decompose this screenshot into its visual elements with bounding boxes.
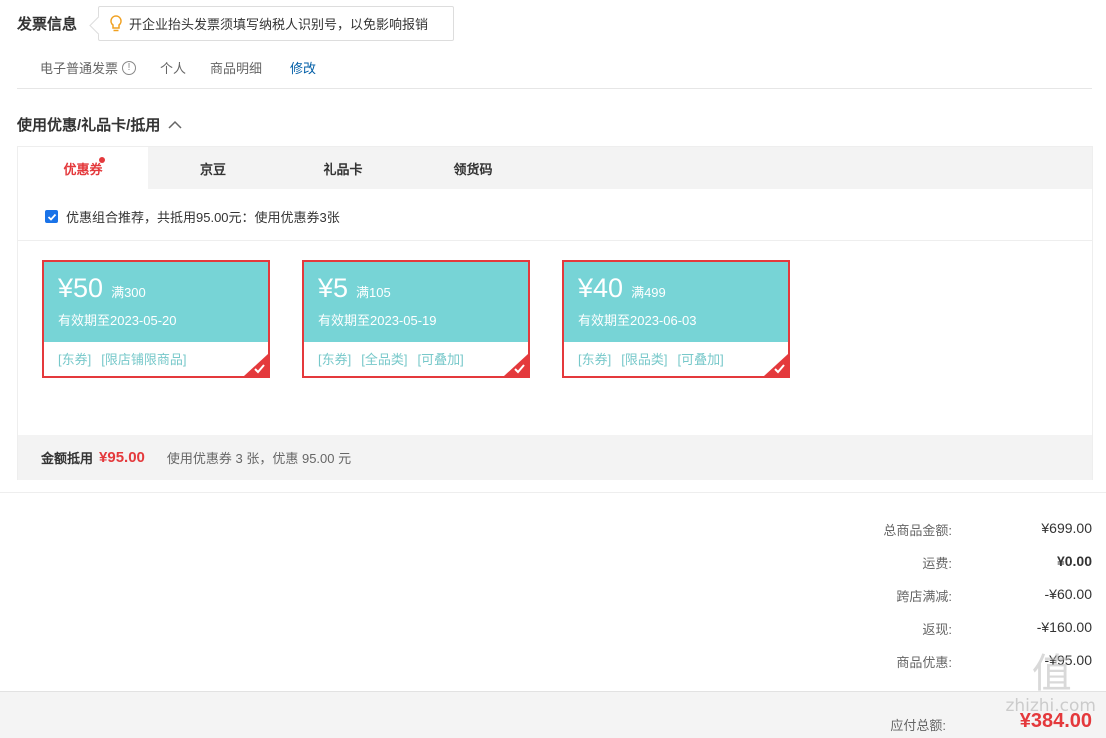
payable-label: 应付总额: [890, 718, 946, 733]
coupon-condition: 满499 [631, 285, 666, 300]
total-label: 跨店满减: [896, 589, 952, 604]
total-value: -¥160.00 [1036, 619, 1092, 635]
invoice-edit-link[interactable]: 修改 [290, 58, 316, 77]
summary-description: 使用优惠券 3 张，优惠 95.00 元 [166, 451, 352, 466]
total-row: 跨店满减: -¥60.00 [792, 586, 1092, 619]
coupon-validity: 有效期至2023-05-19 [318, 313, 437, 328]
coupon-section-title[interactable]: 使用优惠/礼品卡/抵用 [17, 114, 182, 135]
coupon-tag: [东券] [578, 352, 612, 367]
invoice-title-type: 个人 [160, 61, 187, 76]
recommend-checkbox[interactable] [45, 210, 58, 223]
coupon-tags: [东券] [全品类] [可叠加] [304, 342, 528, 368]
total-value: ¥0.00 [1056, 553, 1092, 569]
coupon-cards: ¥50 满300 有效期至2023-05-20 [东券] [限店铺限商品] ¥5… [42, 260, 790, 378]
lightbulb-icon [110, 14, 122, 31]
total-label: 商品优惠: [896, 655, 952, 670]
payable-footer: 应付总额: ¥384.00 [0, 691, 1106, 738]
invoice-content: 商品明细 [210, 61, 263, 76]
total-value: -¥60.00 [1044, 586, 1092, 602]
divider [0, 492, 1106, 493]
recommend-text: 优惠组合推荐，共抵用95.00元：使用优惠券3张 [66, 210, 340, 225]
tab-label: 京豆 [199, 161, 226, 177]
invoice-type: 电子普通发票 [40, 61, 119, 76]
coupon-card[interactable]: ¥5 满105 有效期至2023-05-19 [东券] [全品类] [可叠加] [302, 260, 530, 378]
total-row: 运费: ¥0.00 [792, 553, 1092, 586]
coupon-tag: [可叠加] [677, 352, 724, 367]
coupon-condition: 满300 [111, 285, 146, 300]
coupon-tag: [可叠加] [417, 352, 464, 367]
total-value: ¥699.00 [1041, 520, 1092, 536]
tab-label: 领货码 [453, 161, 493, 177]
total-label: 总商品金额: [883, 523, 952, 538]
coupon-validity: 有效期至2023-05-20 [58, 313, 177, 328]
coupon-card-header: ¥40 满499 有效期至2023-06-03 [564, 262, 788, 342]
selected-check-icon [764, 354, 788, 376]
chevron-up-icon[interactable] [168, 120, 182, 130]
coupon-section-title-text: 使用优惠/礼品卡/抵用 [17, 117, 161, 134]
coupon-summary: 金额抵用 ¥95.00 使用优惠券 3 张，优惠 95.00 元 [18, 435, 1092, 480]
coupon-amount: ¥5 [318, 273, 349, 303]
coupon-tag: [限店铺限商品] [101, 352, 187, 367]
coupon-amount: ¥50 [58, 273, 104, 303]
coupon-card-header: ¥50 满300 有效期至2023-05-20 [44, 262, 268, 342]
coupon-tag: [限品类] [621, 352, 668, 367]
invoice-tip-text: 开企业抬头发票须填写纳税人识别号，以免影响报销 [129, 17, 429, 32]
coupon-tag: [全品类] [361, 352, 408, 367]
watermark-logo: 值 [1031, 651, 1072, 697]
invoice-details: 电子普通发票 ! 个人 商品明细 修改 [40, 58, 340, 77]
tab-jingdou[interactable]: 京豆 [148, 147, 278, 189]
divider [18, 240, 1092, 241]
notification-dot [99, 157, 105, 163]
coupon-panel: 优惠券 京豆 礼品卡 领货码 优惠组合推荐，共抵用95.00元：使用优惠券3张 … [17, 146, 1093, 480]
coupon-amount: ¥40 [578, 273, 624, 303]
coupon-condition: 满105 [356, 285, 391, 300]
recommend-row: 优惠组合推荐，共抵用95.00元：使用优惠券3张 [45, 207, 340, 226]
coupon-tabs: 优惠券 京豆 礼品卡 领货码 [18, 147, 1092, 189]
coupon-tags: [东券] [限店铺限商品] [44, 342, 268, 368]
selected-check-icon [244, 354, 268, 376]
invoice-title: 发票信息 [17, 16, 78, 33]
info-icon[interactable]: ! [122, 60, 137, 75]
coupon-validity: 有效期至2023-06-03 [578, 313, 697, 328]
coupon-card[interactable]: ¥50 满300 有效期至2023-05-20 [东券] [限店铺限商品] [42, 260, 270, 378]
total-row: 总商品金额: ¥699.00 [792, 520, 1092, 553]
total-row: 返现: -¥160.00 [792, 619, 1092, 652]
coupon-card[interactable]: ¥40 满499 有效期至2023-06-03 [东券] [限品类] [可叠加] [562, 260, 790, 378]
tab-pickup-code[interactable]: 领货码 [408, 147, 538, 189]
tab-coupons[interactable]: 优惠券 [18, 147, 148, 189]
total-label: 运费: [922, 556, 952, 571]
tab-label: 优惠券 [63, 161, 103, 177]
selected-check-icon [504, 354, 528, 376]
divider [17, 88, 1092, 89]
coupon-tag: [东券] [58, 352, 92, 367]
summary-label: 金额抵用 [41, 451, 94, 466]
invoice-tip: 开企业抬头发票须填写纳税人识别号，以免影响报销 [98, 6, 454, 41]
tab-gift-card[interactable]: 礼品卡 [278, 147, 408, 189]
watermark-site: zhizhi.com [1005, 696, 1096, 716]
tab-label: 礼品卡 [323, 161, 363, 177]
coupon-card-header: ¥5 满105 有效期至2023-05-19 [304, 262, 528, 342]
summary-amount: ¥95.00 [99, 449, 145, 466]
coupon-tag: [东券] [318, 352, 352, 367]
total-label: 返现: [922, 622, 952, 637]
coupon-tags: [东券] [限品类] [可叠加] [564, 342, 788, 368]
site-watermark: 值 zhizhi.com [1005, 652, 1096, 716]
check-icon [47, 213, 56, 221]
